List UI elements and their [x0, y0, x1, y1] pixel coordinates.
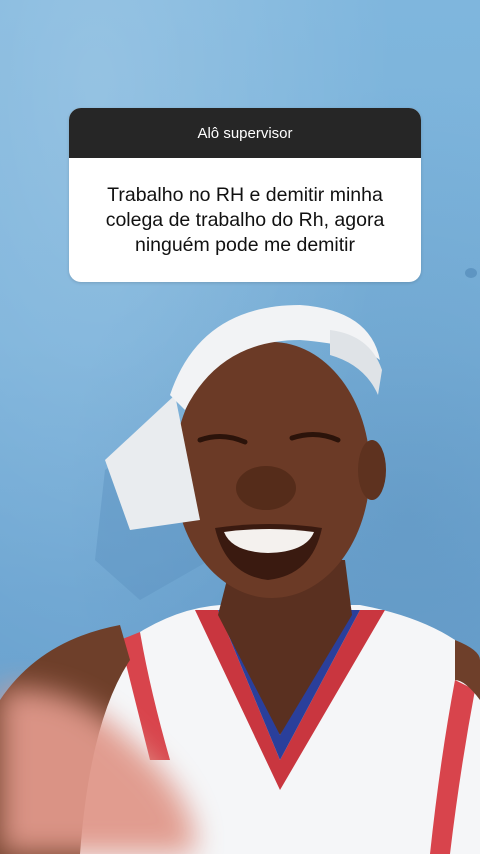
- question-sticker-answer-text: Trabalho no RH e demitir minha colega de…: [105, 183, 385, 256]
- ear: [358, 440, 386, 500]
- nose: [236, 466, 296, 510]
- question-sticker[interactable]: Alô supervisor Trabalho no RH e demitir …: [69, 108, 421, 282]
- question-sticker-answer: Trabalho no RH e demitir minha colega de…: [69, 158, 421, 282]
- question-sticker-header: Alô supervisor: [69, 108, 421, 158]
- question-sticker-title: Alô supervisor: [197, 124, 293, 142]
- story-frame: Alô supervisor Trabalho no RH e demitir …: [0, 0, 480, 854]
